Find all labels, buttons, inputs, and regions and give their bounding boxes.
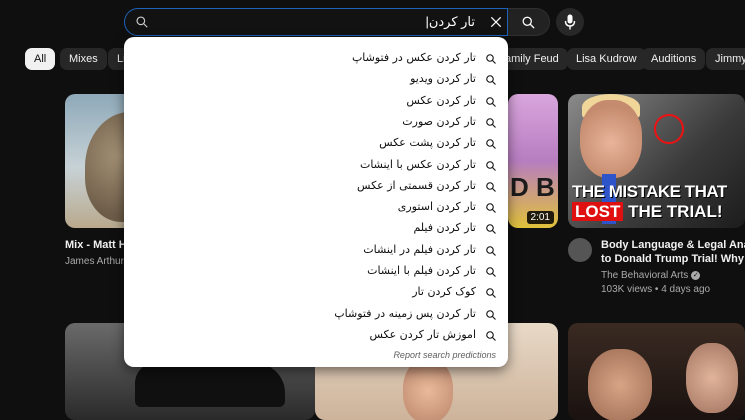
suggestion-text: اموزش تار کردن عکس (369, 327, 476, 341)
suggestion-item[interactable]: تار کردن فیلم (124, 218, 508, 239)
suggestion-text: تار کردن عکس با اینشات (359, 157, 476, 171)
search-icon (486, 331, 496, 341)
suggestion-item[interactable]: تار کردن عکس با اینشات (124, 155, 508, 176)
search-icon (486, 160, 496, 171)
search-icon (486, 118, 496, 128)
search-icon (486, 181, 496, 192)
suggestion-text: تار کردن پشت عکس (379, 136, 476, 150)
chip-jimmy[interactable]: Jimmy (706, 48, 745, 70)
search-icon (486, 245, 496, 256)
suggestion-text: تار کردن عکس (406, 93, 476, 107)
suggestion-item[interactable]: تار کردن عکس (124, 91, 508, 112)
suggestion-item[interactable]: تار کردن عکس در فتوشاپ (124, 48, 508, 69)
suggestion-text: تار کردن استوری (397, 200, 476, 214)
suggestion-item[interactable]: اموزش تار کردن عکس (124, 325, 508, 346)
thumbnail-text: THE MISTAKE THAT (572, 182, 727, 201)
chip-all[interactable]: All (25, 48, 56, 70)
suggestion-item[interactable]: تار کردن پس زمینه در فتوشاپ (124, 304, 508, 325)
channel-avatar[interactable] (568, 238, 592, 262)
suggestion-text: تار کردن قسمتی از عکس (357, 178, 476, 192)
search-icon (486, 203, 496, 213)
chip-lisa-kudrow[interactable]: Lisa Kudrow (567, 48, 646, 70)
suggestion-text: کوک کردن تار (412, 285, 476, 299)
suggestion-text: تار کردن صورت (402, 114, 476, 128)
suggestion-item[interactable]: تار کردن فیلم با اینشات (124, 261, 508, 282)
mic-icon (564, 14, 576, 30)
suggestion-item[interactable]: تار کردن استوری (124, 197, 508, 218)
search-icon (522, 16, 535, 29)
suggestion-text: تار کردن فیلم (413, 221, 476, 235)
search-icon (486, 267, 496, 277)
chip-auditions[interactable]: Auditions (642, 48, 706, 70)
close-icon[interactable] (489, 15, 503, 29)
search-icon (486, 309, 496, 320)
search-icon (486, 54, 496, 64)
suggestion-item[interactable]: تار کردن قسمتی از عکس (124, 176, 508, 197)
suggestion-text: تار کردن فیلم با اینشات (367, 264, 476, 277)
chip-mixes[interactable]: Mixes (60, 48, 107, 70)
search-input[interactable]: تار کردن| (425, 14, 475, 30)
video-title[interactable]: Body Language & Legal Analys to Donald T… (601, 238, 745, 266)
thumbnail-text: LOST THE TRIAL! (572, 202, 723, 222)
voice-search-button[interactable] (556, 8, 584, 36)
search-icon (486, 139, 496, 150)
thumbnail-text: D B (510, 172, 555, 202)
search-icon (136, 16, 148, 28)
search-button[interactable] (508, 8, 550, 36)
suggestion-text: تار کردن پس زمینه در فتوشاپ (334, 306, 476, 320)
video-duration: 2:01 (526, 211, 554, 224)
suggestion-text: تار کردن فیلم در اینشات (363, 242, 476, 256)
report-predictions-link[interactable]: Report search predictions (393, 350, 496, 360)
suggestion-text: تار کردن ویدیو (410, 72, 476, 86)
suggestion-item[interactable]: تار کردن ویدیو (124, 69, 508, 90)
video-channel[interactable]: The Behavioral Arts ✓ (601, 270, 701, 281)
suggestion-item[interactable]: کوک کردن تار (124, 282, 508, 303)
search-icon (486, 288, 496, 299)
suggestion-text: تار کردن عکس در فتوشاپ (351, 51, 476, 64)
video-thumbnail[interactable] (568, 323, 745, 420)
search-suggestions-dropdown: Report search predictions تار کردن عکس د… (124, 37, 508, 367)
verified-icon: ✓ (691, 270, 701, 280)
suggestion-item[interactable]: تار کردن صورت (124, 112, 508, 133)
video-meta: 103K views • 4 days ago (601, 284, 711, 295)
search-icon (486, 96, 496, 107)
suggestion-item[interactable]: تار کردن پشت عکس (124, 133, 508, 154)
video-thumbnail[interactable]: THE MISTAKE THAT LOST THE TRIAL! (568, 94, 745, 228)
video-thumbnail[interactable]: D B 2:01 (508, 94, 558, 228)
search-icon (486, 224, 496, 235)
search-box[interactable]: تار کردن| (124, 8, 508, 36)
search-icon (486, 75, 496, 86)
video-title[interactable]: Mix - Matt H (65, 238, 127, 252)
suggestion-item[interactable]: تار کردن فیلم در اینشات (124, 240, 508, 261)
